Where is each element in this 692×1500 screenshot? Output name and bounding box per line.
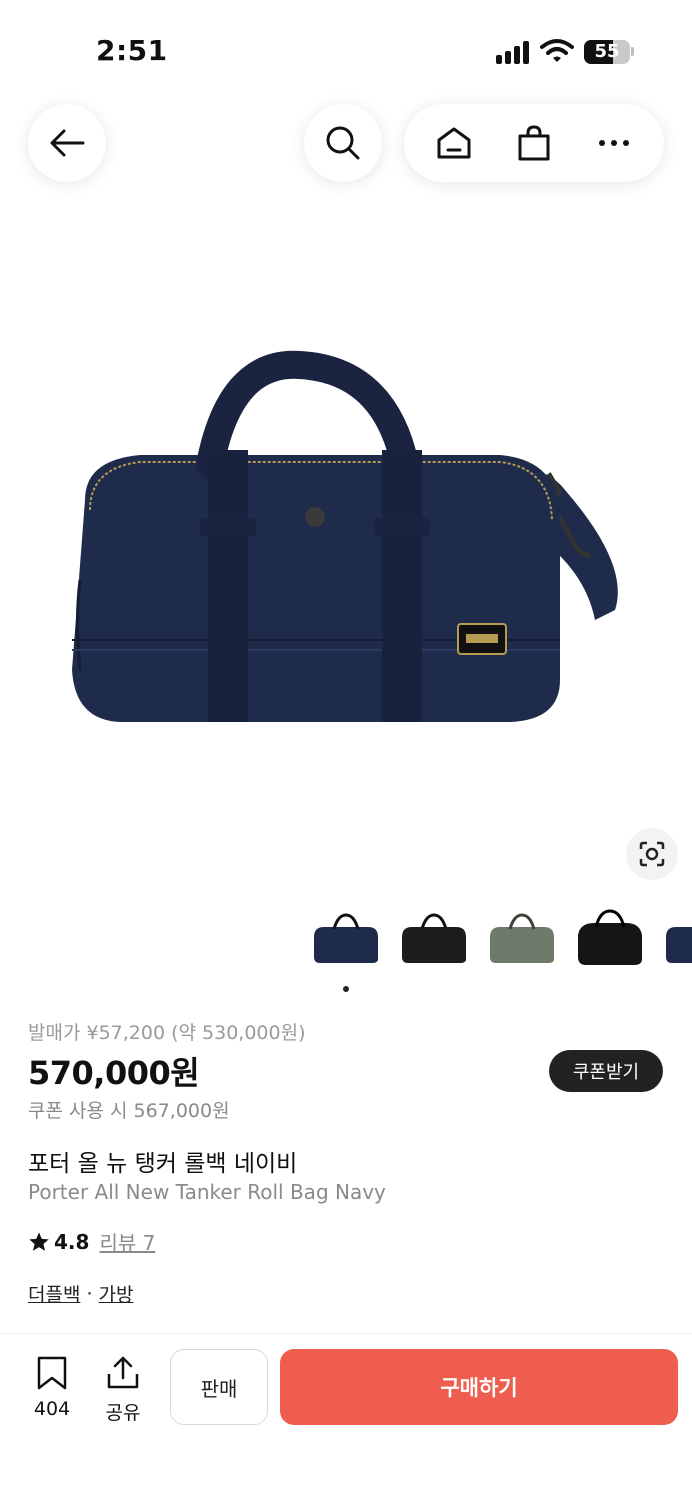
home-icon xyxy=(437,127,471,159)
thumbnail-4-bag xyxy=(578,923,642,965)
thumbnail-1-bag xyxy=(314,927,378,963)
shopping-bag-button[interactable] xyxy=(504,113,564,173)
arrow-left-icon xyxy=(50,129,85,157)
thumbnail-2[interactable] xyxy=(398,905,470,975)
more-dots-icon xyxy=(599,140,629,146)
thumbnail-2-bag xyxy=(402,927,466,963)
star-icon xyxy=(29,1231,49,1251)
bookmark-icon xyxy=(37,1356,67,1390)
coupon-price: 쿠폰 사용 시 567,000원 xyxy=(28,1100,230,1122)
battery-icon: 55 xyxy=(584,40,630,64)
back-button[interactable] xyxy=(28,104,106,182)
reviews-link[interactable]: 리뷰 7 xyxy=(99,1227,155,1256)
thumbnail-5-bag xyxy=(666,927,692,963)
thumbnail-1[interactable] xyxy=(310,905,382,975)
price: 570,000원 xyxy=(28,1054,200,1092)
battery-level: 55 xyxy=(594,41,620,62)
carousel-page-dot xyxy=(343,986,349,992)
category-separator: · xyxy=(86,1282,93,1305)
category-breadcrumb: 더플백 · 가방 xyxy=(28,1280,133,1307)
bottom-divider xyxy=(0,1333,692,1334)
retail-price-label: 발매가 ¥57,200 (약 530,000원) xyxy=(28,1022,306,1044)
category-bag-link[interactable]: 가방 xyxy=(99,1280,134,1307)
product-title-en: Porter All New Tanker Roll Bag Navy xyxy=(28,1180,386,1204)
home-button[interactable] xyxy=(424,113,484,173)
shopping-bag-icon xyxy=(518,125,550,161)
lens-scan-icon xyxy=(639,841,665,867)
category-duffle-link[interactable]: 더플백 xyxy=(28,1280,80,1307)
search-button[interactable] xyxy=(304,104,382,182)
more-button[interactable] xyxy=(584,113,644,173)
image-search-button[interactable] xyxy=(626,828,678,880)
product-image xyxy=(72,350,618,722)
sell-button[interactable]: 판매 xyxy=(170,1349,268,1425)
buy-button[interactable]: 구매하기 xyxy=(280,1349,678,1425)
rating-value: 4.8 xyxy=(54,1229,90,1254)
wifi-icon xyxy=(540,39,574,62)
share-label: 공유 xyxy=(105,1402,141,1424)
share-icon xyxy=(107,1356,139,1389)
thumbnail-4[interactable] xyxy=(574,905,646,975)
share-button[interactable]: 공유 xyxy=(93,1356,153,1425)
product-title-ko: 포터 올 뉴 탱커 롤백 네이비 xyxy=(28,1151,298,1177)
thumbnail-5[interactable] xyxy=(662,905,692,975)
save-button[interactable]: 404 xyxy=(22,1356,82,1420)
battery-cap xyxy=(631,47,634,56)
save-count: 404 xyxy=(33,1398,71,1420)
thumbnail-3[interactable] xyxy=(486,905,558,975)
rating-row: 4.8 리뷰 7 xyxy=(28,1227,155,1256)
signal-icon xyxy=(496,40,532,64)
search-icon xyxy=(326,126,360,160)
status-time: 2:51 xyxy=(96,34,168,67)
thumbnail-strip xyxy=(310,905,692,975)
nav-action-group xyxy=(404,104,664,182)
status-bar: 2:51 55 xyxy=(0,0,692,100)
thumbnail-3-bag xyxy=(490,927,554,963)
coupon-button[interactable]: 쿠폰받기 xyxy=(549,1050,663,1092)
